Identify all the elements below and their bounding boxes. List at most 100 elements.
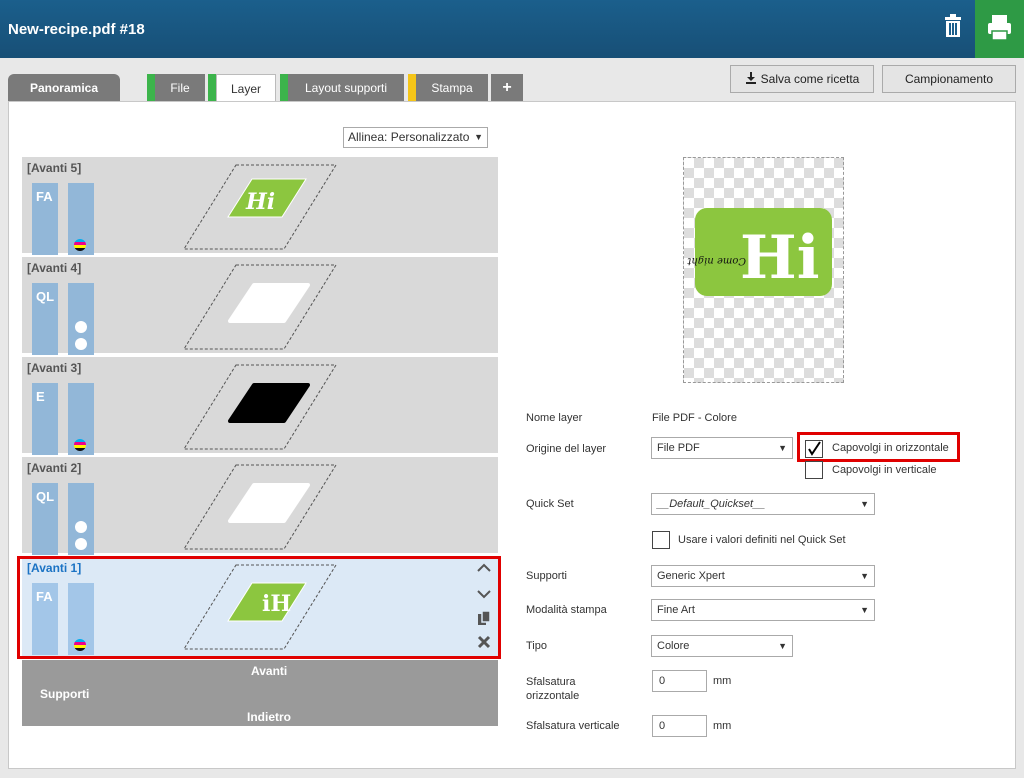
flip-horizontal-highlight xyxy=(797,432,960,462)
layer-thumbnail: Hi xyxy=(183,164,337,250)
use-quickset-checkbox[interactable] xyxy=(652,531,670,549)
svg-text:Hi: Hi xyxy=(245,189,275,215)
selected-layer-highlight xyxy=(17,556,501,659)
duplicate-icon[interactable] xyxy=(475,610,493,626)
layer-code-bar: E xyxy=(32,383,58,455)
layer-thumbnail xyxy=(183,264,337,350)
use-quickset-label: Usare i valori definiti nel Quick Set xyxy=(678,534,846,546)
save-recipe-label: Salva come ricetta xyxy=(760,72,860,86)
v-offset-label: Sfalsatura verticale xyxy=(526,720,620,732)
dropdown-arrow-icon: ▼ xyxy=(778,443,787,453)
tab-stampa[interactable]: Stampa xyxy=(416,74,488,102)
front-side-button[interactable]: Avanti xyxy=(251,664,287,678)
v-offset-unit: mm xyxy=(713,720,732,732)
layer-ink-bar xyxy=(68,183,94,255)
file-status-marker xyxy=(147,74,155,102)
layer-item-avanti-4[interactable]: [Avanti 4] QL xyxy=(22,257,498,355)
layer-status-marker xyxy=(208,74,216,102)
white-ink-icon xyxy=(75,338,87,350)
side-switch-bar: Avanti Supporti Indietro xyxy=(22,660,498,726)
layer-origin-value: File PDF xyxy=(657,442,700,454)
tab-panoramica[interactable]: Panoramica xyxy=(8,74,120,102)
layer-item-avanti-5[interactable]: [Avanti 5] FA Hi xyxy=(22,157,498,255)
layout-status-marker xyxy=(280,74,288,102)
delete-button[interactable] xyxy=(936,10,970,44)
type-label: Tipo xyxy=(526,640,547,652)
white-ink-icon xyxy=(75,521,87,533)
print-mode-select[interactable]: Fine Art ▼ xyxy=(651,599,875,621)
layer-ink-bar xyxy=(68,283,94,355)
white-ink-icon xyxy=(75,321,87,333)
layer-code-bar: FA xyxy=(32,183,58,255)
print-mode-value: Fine Art xyxy=(657,604,695,616)
delete-layer-icon[interactable] xyxy=(475,634,493,650)
media-value: Generic Xpert xyxy=(657,570,725,582)
move-up-icon[interactable] xyxy=(475,560,493,576)
tab-layer[interactable]: Layer xyxy=(216,74,276,103)
layer-code: FA xyxy=(36,189,53,204)
cmyk-icon xyxy=(74,439,86,451)
quickset-label: Quick Set xyxy=(526,498,574,510)
dropdown-arrow-icon: ▼ xyxy=(474,132,483,142)
cmyk-icon xyxy=(74,239,86,251)
layer-item-avanti-3[interactable]: [Avanti 3] E xyxy=(22,357,498,455)
media-label: Supporti xyxy=(40,687,90,701)
layer-name: [Avanti 4] xyxy=(27,261,82,275)
layer-origin-select[interactable]: File PDF ▼ xyxy=(651,437,793,459)
layer-thumbnail xyxy=(183,364,337,450)
white-ink-icon xyxy=(75,538,87,550)
layer-name: [Avanti 2] xyxy=(27,461,82,475)
layer-name-label: Nome layer xyxy=(526,412,583,424)
layer-code: E xyxy=(36,389,45,404)
dropdown-arrow-icon: ▼ xyxy=(778,641,787,651)
h-offset-label: Sfalsatura orizzontale xyxy=(526,676,580,702)
save-recipe-button[interactable]: Salva come ricetta xyxy=(730,65,874,93)
layer-ink-bar xyxy=(68,483,94,555)
print-button[interactable] xyxy=(975,0,1024,58)
preview-logo-text: Hi xyxy=(740,223,819,293)
tab-file[interactable]: File xyxy=(155,74,205,102)
h-offset-unit: mm xyxy=(713,675,732,687)
download-icon xyxy=(745,72,756,84)
add-tab-button[interactable]: + xyxy=(491,74,523,102)
trash-icon xyxy=(945,14,961,37)
layer-code-bar: QL xyxy=(32,283,58,355)
layer-preview: Hi Come night in! xyxy=(670,157,844,383)
media-label: Supporti xyxy=(526,570,567,582)
flip-vertical-checkbox[interactable] xyxy=(805,461,823,479)
layer-item-avanti-2[interactable]: [Avanti 2] QL xyxy=(22,457,498,555)
align-value: Allinea: Personalizzato xyxy=(348,130,470,144)
layer-name: [Avanti 5] xyxy=(27,161,82,175)
app-header: New-recipe.pdf #18 xyxy=(0,0,1024,58)
move-down-icon[interactable] xyxy=(475,586,493,602)
type-select[interactable]: Colore ▼ xyxy=(651,635,793,657)
quickset-select[interactable]: __Default_Quickset__ ▼ xyxy=(651,493,875,515)
preview-logo: Hi Come night in! xyxy=(670,208,832,296)
layer-name-value: File PDF - Colore xyxy=(652,412,737,424)
type-value: Colore xyxy=(657,640,690,652)
align-dropdown[interactable]: Allinea: Personalizzato ▼ xyxy=(343,127,488,148)
layer-code: QL xyxy=(36,289,55,304)
flip-vertical-label: Capovolgi in verticale xyxy=(832,464,937,476)
media-select[interactable]: Generic Xpert ▼ xyxy=(651,565,875,587)
print-mode-label: Modalità stampa xyxy=(526,604,607,616)
dropdown-arrow-icon: ▼ xyxy=(860,605,869,615)
layer-thumbnail xyxy=(183,464,337,550)
v-offset-input[interactable]: 0 xyxy=(652,715,707,737)
layer-ink-bar xyxy=(68,383,94,455)
layer-code-bar: QL xyxy=(32,483,58,555)
stampa-status-marker xyxy=(408,74,416,102)
printer-icon xyxy=(988,15,1011,41)
dropdown-arrow-icon: ▼ xyxy=(860,571,869,581)
layer-origin-label: Origine del layer xyxy=(526,443,607,455)
layer-code: QL xyxy=(36,489,55,504)
preview-logo-script: Come night in! xyxy=(684,255,746,266)
layer-name: [Avanti 3] xyxy=(27,361,82,375)
window-title: New-recipe.pdf #18 xyxy=(8,21,145,38)
back-side-button[interactable]: Indietro xyxy=(247,710,291,724)
sampling-button[interactable]: Campionamento xyxy=(882,65,1016,93)
dropdown-arrow-icon: ▼ xyxy=(860,499,869,509)
h-offset-input[interactable]: 0 xyxy=(652,670,707,692)
tab-layout-supporti[interactable]: Layout supporti xyxy=(288,74,404,102)
quickset-value: __Default_Quickset__ xyxy=(657,498,766,510)
